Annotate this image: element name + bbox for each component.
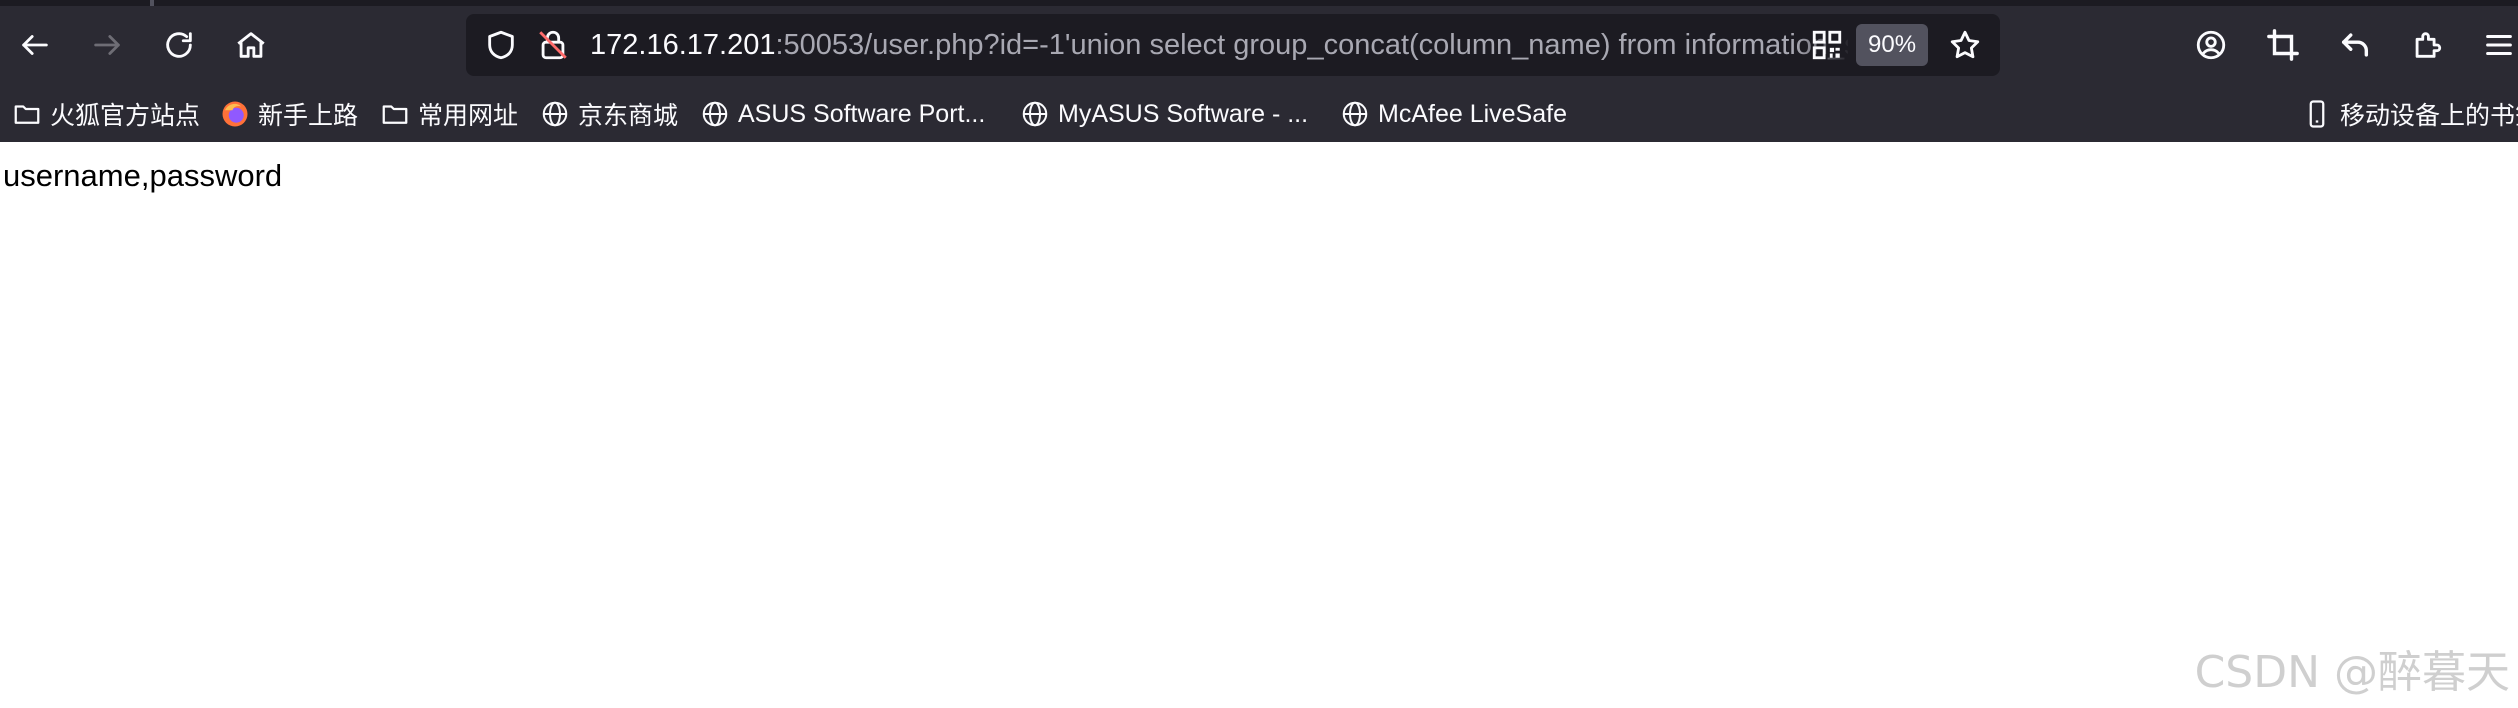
- globe-icon: [1342, 101, 1368, 127]
- star-icon[interactable]: [1948, 28, 1982, 62]
- bookmark-item[interactable]: 新手上路: [220, 92, 358, 136]
- globe-icon: [542, 101, 568, 127]
- bookmark-item[interactable]: 火狐官方站点: [12, 92, 200, 136]
- mobile-bookmarks-item[interactable]: 移动设备上的书签: [2302, 92, 2518, 136]
- browser-chrome: 172.16.17.201:50053/user.php?id=-1'union…: [0, 0, 2518, 142]
- reload-icon: [166, 32, 192, 58]
- csdn-watermark: CSDN @醉暮天: [2194, 647, 2510, 698]
- forward-button[interactable]: [84, 22, 130, 68]
- zoom-level-badge[interactable]: 90%: [1856, 24, 1929, 66]
- url-text[interactable]: 172.16.17.201:50053/user.php?id=-1'union…: [590, 14, 1848, 76]
- extensions-button[interactable]: [2404, 22, 2450, 68]
- arrow-left-icon: [22, 35, 48, 55]
- home-button[interactable]: [228, 22, 274, 68]
- home-icon: [237, 32, 265, 58]
- bookmark-label: 火狐官方站点: [50, 102, 201, 130]
- shield-icon[interactable]: [484, 28, 518, 62]
- globe-icon: [702, 101, 728, 127]
- bookmark-label: ASUS Software Port...: [738, 99, 986, 128]
- bookmark-label: 新手上路: [258, 102, 359, 130]
- bookmark-item[interactable]: McAfee LiveSafe: [1340, 92, 1567, 136]
- firefox-icon: [222, 101, 248, 127]
- bookmark-label: MyASUS Software - ...: [1058, 99, 1309, 128]
- bookmark-label: 移动设备上的书签: [2340, 102, 2518, 130]
- back-button[interactable]: [12, 22, 58, 68]
- hamburger-menu-icon: [2486, 34, 2512, 56]
- page-body-text: username,password: [3, 158, 283, 193]
- bookmark-item[interactable]: ASUS Software Port...: [700, 92, 985, 136]
- arrow-right-icon: [94, 35, 120, 55]
- qr-code-icon[interactable]: [1810, 28, 1844, 62]
- bookmark-label: McAfee LiveSafe: [1378, 99, 1567, 128]
- undo-arrow-icon: [2341, 33, 2369, 57]
- account-icon: [2196, 30, 2226, 60]
- tab-edge: [150, 0, 154, 6]
- folder-icon: [14, 105, 40, 124]
- bookmark-item[interactable]: MyASUS Software - ...: [1020, 92, 1308, 136]
- screenshot-button[interactable]: [2260, 22, 2306, 68]
- bookmark-item[interactable]: 常用网址: [380, 92, 518, 136]
- reload-button[interactable]: [156, 22, 202, 68]
- bookmark-label: 常用网址: [418, 102, 519, 130]
- account-button[interactable]: [2188, 22, 2234, 68]
- bookmark-label: 京东商城: [578, 102, 679, 130]
- menu-button[interactable]: [2476, 22, 2518, 68]
- crop-icon: [2267, 29, 2299, 61]
- tab-strip: [0, 0, 2518, 6]
- globe-icon: [1022, 101, 1048, 127]
- url-bar[interactable]: 172.16.17.201:50053/user.php?id=-1'union…: [466, 14, 2000, 76]
- folder-icon: [382, 105, 408, 124]
- mobile-icon: [2309, 100, 2325, 128]
- puzzle-icon: [2415, 32, 2442, 58]
- undo-button[interactable]: [2332, 22, 2378, 68]
- insecure-lock-icon[interactable]: [536, 28, 570, 62]
- url-host: 172.16.17.201: [590, 29, 776, 61]
- bookmarks-toolbar: 火狐官方站点 新手上路 常用网址 京东商城 ASUS Software Port…: [0, 92, 2518, 142]
- url-path: :50053/user.php?id=-1'union select group…: [775, 29, 1848, 61]
- bookmark-item[interactable]: 京东商城: [540, 92, 678, 136]
